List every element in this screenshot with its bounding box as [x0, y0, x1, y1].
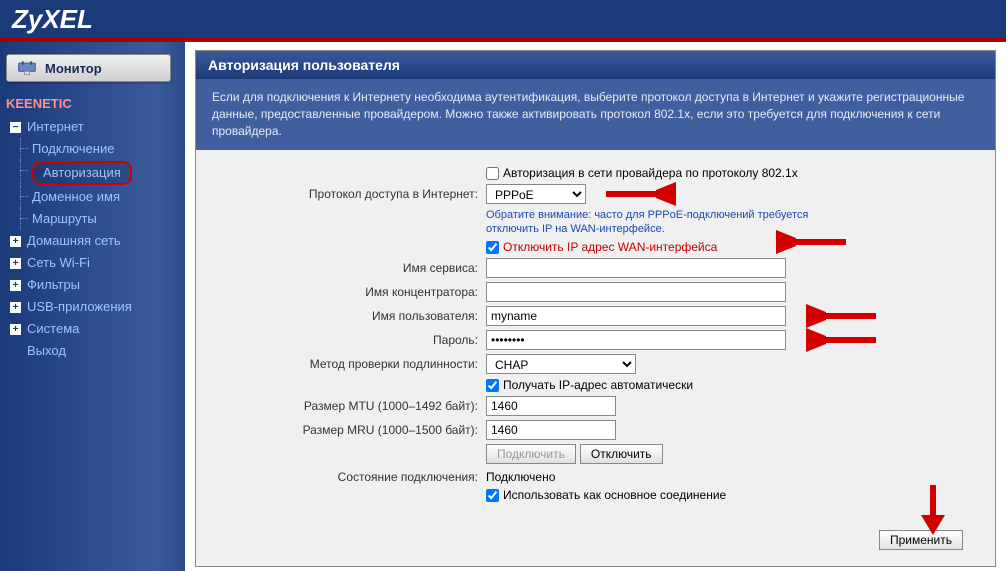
- sidebar-item-domain[interactable]: Доменное имя: [6, 186, 179, 208]
- mru-input[interactable]: [486, 420, 616, 440]
- nav-tree: KEENETIC − Интернет Подключение Авториза…: [6, 94, 179, 362]
- default-conn-label: Использовать как основное соединение: [503, 488, 726, 502]
- sidebar-item-filters[interactable]: + Фильтры: [6, 274, 179, 296]
- content-area: Авторизация пользователя Если для подклю…: [185, 42, 1006, 571]
- sidebar-item-authorization[interactable]: Авторизация: [6, 160, 179, 186]
- apply-button[interactable]: Применить: [879, 530, 963, 550]
- disconnect-button[interactable]: Отключить: [580, 444, 663, 464]
- annotation-arrow-icon: [806, 328, 876, 352]
- sidebar-item-homenet[interactable]: + Домашняя сеть: [6, 230, 179, 252]
- username-label: Имя пользователя:: [216, 309, 486, 323]
- connect-button[interactable]: Подключить: [486, 444, 576, 464]
- protocol-select[interactable]: PPPoE: [486, 184, 586, 204]
- sidebar-item-exit[interactable]: Выход: [6, 340, 179, 362]
- monitor-label: Монитор: [45, 61, 102, 76]
- expand-icon[interactable]: +: [10, 280, 21, 291]
- concentrator-label: Имя концентратора:: [216, 285, 486, 299]
- authmethod-label: Метод проверки подлинности:: [216, 357, 486, 371]
- concentrator-input[interactable]: [486, 282, 786, 302]
- protocol-label: Протокол доступа в Интернет:: [216, 187, 486, 201]
- password-label: Пароль:: [216, 333, 486, 347]
- protocol-hint: Обратите внимание: часто для PPPoE-подкл…: [486, 208, 836, 236]
- panel-title: Авторизация пользователя: [196, 51, 995, 79]
- collapse-icon[interactable]: −: [10, 122, 21, 133]
- annotation-arrow-icon: [806, 304, 876, 328]
- sidebar-item-system[interactable]: + Система: [6, 318, 179, 340]
- tree-root[interactable]: KEENETIC: [6, 94, 179, 114]
- default-conn-checkbox[interactable]: [486, 489, 499, 502]
- authmethod-select[interactable]: CHAP: [486, 354, 636, 374]
- expand-icon[interactable]: +: [10, 302, 21, 313]
- app-header: ZyXEL: [0, 0, 1006, 38]
- auth-8021x-checkbox[interactable]: [486, 167, 499, 180]
- expand-icon[interactable]: +: [10, 258, 21, 269]
- service-label: Имя сервиса:: [216, 261, 486, 275]
- sidebar-item-routes[interactable]: Маршруты: [6, 208, 179, 230]
- sidebar-item-usb[interactable]: + USB-приложения: [6, 296, 179, 318]
- disable-wan-label: Отключить IP адрес WAN-интерфейса: [503, 240, 717, 254]
- autoip-checkbox[interactable]: [486, 379, 499, 392]
- panel-body: Авторизация в сети провайдера по протоко…: [196, 150, 995, 566]
- annotation-arrow-icon: [606, 182, 676, 206]
- sidebar: Монитор KEENETIC − Интернет Подключение …: [0, 42, 185, 571]
- mtu-label: Размер MTU (1000–1492 байт):: [216, 399, 486, 413]
- sidebar-item-connection[interactable]: Подключение: [6, 138, 179, 160]
- monitor-button[interactable]: Монитор: [6, 54, 171, 82]
- autoip-label: Получать IP-адрес автоматически: [503, 378, 693, 392]
- password-input[interactable]: [486, 330, 786, 350]
- mtu-input[interactable]: [486, 396, 616, 416]
- status-value: Подключено: [486, 470, 555, 484]
- service-input[interactable]: [486, 258, 786, 278]
- username-input[interactable]: [486, 306, 786, 326]
- expand-icon[interactable]: +: [10, 236, 21, 247]
- panel-description: Если для подключения к Интернету необход…: [196, 79, 995, 150]
- mru-label: Размер MRU (1000–1500 байт):: [216, 423, 486, 437]
- disable-wan-checkbox[interactable]: [486, 241, 499, 254]
- sidebar-item-wifi[interactable]: + Сеть Wi-Fi: [6, 252, 179, 274]
- auth-panel: Авторизация пользователя Если для подклю…: [195, 50, 996, 567]
- auth-8021x-label: Авторизация в сети провайдера по протоко…: [503, 166, 798, 180]
- expand-icon[interactable]: +: [10, 324, 21, 335]
- status-label: Состояние подключения:: [216, 470, 486, 484]
- monitor-icon: [17, 59, 37, 77]
- brand-logo: ZyXEL: [12, 4, 93, 34]
- sidebar-item-internet[interactable]: − Интернет: [6, 116, 179, 138]
